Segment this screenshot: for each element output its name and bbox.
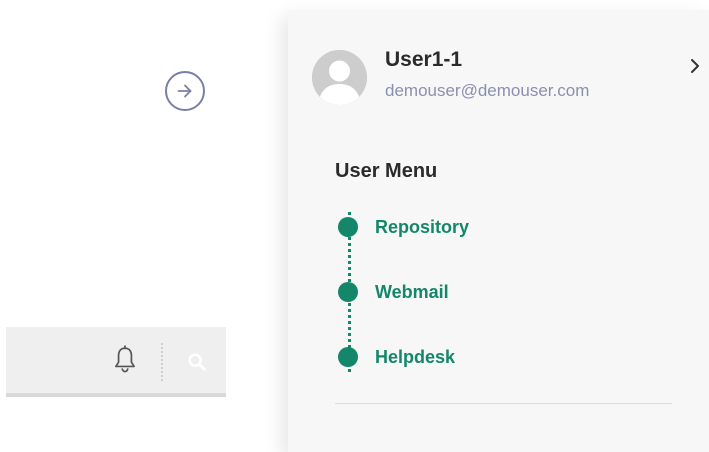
avatar[interactable]	[312, 50, 367, 105]
menu-item-label: Helpdesk	[375, 346, 456, 367]
search-icon	[188, 353, 206, 371]
arrow-right-icon	[177, 84, 192, 98]
avatar-placeholder-icon	[312, 50, 367, 105]
menu-item-label: Repository	[375, 216, 470, 237]
notifications-button[interactable]	[110, 343, 140, 377]
expand-profile-button[interactable]	[686, 56, 704, 76]
menu-item-label: Webmail	[375, 281, 449, 302]
user-menu-title: User Menu	[335, 160, 438, 182]
menu-divider	[335, 403, 672, 404]
screen: User1-1 demouser@demouser.com User Menu …	[0, 0, 709, 452]
user-name: User1-1	[385, 48, 463, 71]
menu-item-helpdesk[interactable]: Helpdesk	[338, 344, 455, 370]
menu-item-webmail[interactable]: Webmail	[338, 279, 449, 305]
search-button[interactable]	[182, 347, 212, 377]
bell-icon	[115, 345, 135, 373]
arrow-right-button[interactable]	[165, 71, 205, 111]
user-email: demouser@demouser.com	[385, 81, 590, 100]
header-toolbar	[6, 327, 226, 397]
toolbar-divider	[161, 343, 163, 381]
menu-dot-icon	[338, 217, 358, 237]
menu-dot-icon	[338, 347, 358, 367]
menu-item-repository[interactable]: Repository	[338, 214, 469, 240]
menu-dot-icon	[338, 282, 358, 302]
user-dropdown-panel: User1-1 demouser@demouser.com User Menu …	[288, 10, 709, 452]
chevron-right-icon	[691, 59, 699, 73]
